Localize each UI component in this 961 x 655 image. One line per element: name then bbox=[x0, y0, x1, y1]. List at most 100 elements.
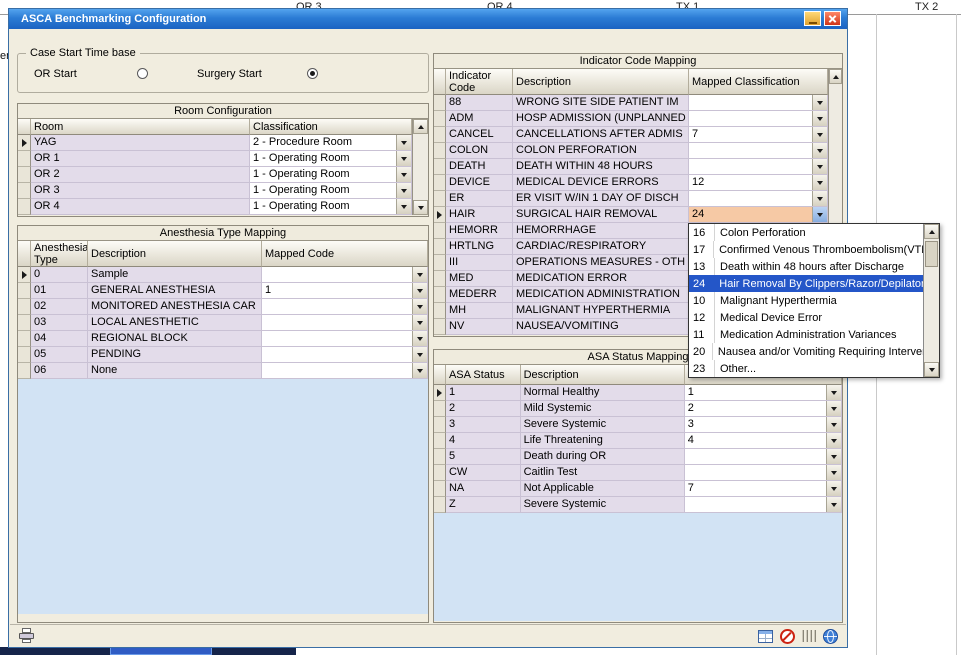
mapped-code-combo[interactable]: 1 bbox=[262, 283, 428, 299]
row-selector[interactable] bbox=[434, 159, 446, 175]
table-row[interactable]: 5 Death during OR bbox=[434, 449, 842, 465]
dropdown-arrow-icon[interactable] bbox=[826, 417, 841, 432]
row-selector[interactable] bbox=[434, 385, 446, 401]
dropdown-arrow-icon[interactable] bbox=[412, 283, 427, 298]
table-row[interactable]: DEVICE MEDICAL DEVICE ERRORS 12 bbox=[434, 175, 828, 191]
dropdown-arrow-icon[interactable] bbox=[396, 183, 411, 198]
dropdown-arrow-icon[interactable] bbox=[812, 207, 827, 222]
description-cell[interactable]: DEATH WITHIN 48 HOURS bbox=[513, 159, 689, 175]
room-cell[interactable]: YAG bbox=[31, 135, 250, 151]
row-selector[interactable] bbox=[18, 267, 31, 283]
dropdown-arrow-icon[interactable] bbox=[812, 175, 827, 190]
dropdown-item[interactable]: 23Other... bbox=[689, 360, 923, 377]
description-cell[interactable]: REGIONAL BLOCK bbox=[88, 331, 262, 347]
anesthesia-type-cell[interactable]: 04 bbox=[31, 331, 88, 347]
scrollbar-thumb[interactable] bbox=[925, 241, 938, 267]
table-row[interactable]: ER ER VISIT W/IN 1 DAY OF DISCH bbox=[434, 191, 828, 207]
indicator-code-cell[interactable]: MED bbox=[446, 271, 513, 287]
dropdown-item-selected[interactable]: 24Hair Removal By Clippers/Razor/Depilat… bbox=[689, 275, 923, 292]
dropdown-arrow-icon[interactable] bbox=[396, 199, 411, 214]
table-row[interactable]: 06 None bbox=[18, 363, 428, 379]
description-cell[interactable]: MALIGNANT HYPERTHERMIA bbox=[513, 303, 689, 319]
mapped-combo[interactable] bbox=[685, 465, 842, 481]
row-selector[interactable] bbox=[18, 315, 31, 331]
table-row[interactable]: 01 GENERAL ANESTHESIA 1 bbox=[18, 283, 428, 299]
asa-status-cell[interactable]: 2 bbox=[446, 401, 521, 417]
description-cell[interactable]: Death during OR bbox=[521, 449, 685, 465]
anesthesia-type-cell[interactable]: 02 bbox=[31, 299, 88, 315]
indicator-code-cell[interactable]: ADM bbox=[446, 111, 513, 127]
room-cell[interactable]: OR 4 bbox=[31, 199, 250, 215]
description-cell[interactable]: Severe Systemic bbox=[521, 497, 685, 513]
dropdown-item[interactable]: 20Nausea and/or Vomiting Requiring Inter… bbox=[689, 343, 923, 360]
dropdown-arrow-icon[interactable] bbox=[396, 167, 411, 182]
mapped-code-combo[interactable] bbox=[262, 347, 428, 363]
table-row[interactable]: DEATH DEATH WITHIN 48 HOURS bbox=[434, 159, 828, 175]
anesthesia-type-cell[interactable]: 01 bbox=[31, 283, 88, 299]
row-selector[interactable] bbox=[18, 283, 31, 299]
row-selector[interactable] bbox=[434, 127, 446, 143]
table-row[interactable]: CANCEL CANCELLATIONS AFTER ADMIS 7 bbox=[434, 127, 828, 143]
titlebar[interactable]: ASCA Benchmarking Configuration bbox=[9, 9, 847, 29]
row-selector[interactable] bbox=[434, 433, 446, 449]
anesthesia-type-cell[interactable]: 0 bbox=[31, 267, 88, 283]
dropdown-item[interactable]: 16Colon Perforation bbox=[689, 224, 923, 241]
anesthesia-type-cell[interactable]: 05 bbox=[31, 347, 88, 363]
description-cell[interactable]: OPERATIONS MEASURES - OTH bbox=[513, 255, 689, 271]
table-row[interactable]: 2 Mild Systemic 2 bbox=[434, 401, 842, 417]
mapped-code-combo[interactable] bbox=[262, 299, 428, 315]
row-selector[interactable] bbox=[18, 363, 31, 379]
dropdown-arrow-icon[interactable] bbox=[412, 347, 427, 362]
table-row[interactable]: 4 Life Threatening 4 bbox=[434, 433, 842, 449]
scroll-up-icon[interactable] bbox=[413, 119, 428, 134]
mapped-classification-combo-active[interactable]: 24 bbox=[689, 207, 828, 223]
table-row[interactable]: COLON COLON PERFORATION bbox=[434, 143, 828, 159]
row-selector[interactable] bbox=[434, 449, 446, 465]
asa-status-cell[interactable]: Z bbox=[446, 497, 521, 513]
dropdown-arrow-icon[interactable] bbox=[826, 449, 841, 464]
mapped-code-combo[interactable] bbox=[262, 267, 428, 283]
row-selector[interactable] bbox=[18, 167, 31, 183]
row-selector[interactable] bbox=[434, 111, 446, 127]
classification-combo[interactable]: 1 - Operating Room bbox=[250, 151, 412, 167]
table-row[interactable]: 0 Sample bbox=[18, 267, 428, 283]
row-selector[interactable] bbox=[434, 401, 446, 417]
table-row[interactable]: YAG 2 - Procedure Room bbox=[18, 135, 412, 151]
dropdown-scrollbar[interactable] bbox=[923, 224, 939, 377]
table-row[interactable]: NA Not Applicable 7 bbox=[434, 481, 842, 497]
row-selector[interactable] bbox=[18, 151, 31, 167]
asa-status-cell[interactable]: CW bbox=[446, 465, 521, 481]
indicator-code-cell[interactable]: HRTLNG bbox=[446, 239, 513, 255]
mapped-classification-combo[interactable] bbox=[689, 191, 828, 207]
cancel-icon[interactable] bbox=[780, 629, 795, 644]
classification-combo[interactable]: 1 - Operating Room bbox=[250, 199, 412, 215]
mapped-combo[interactable] bbox=[685, 497, 842, 513]
description-cell[interactable]: WRONG SITE SIDE PATIENT IM bbox=[513, 95, 689, 111]
row-selector[interactable] bbox=[434, 303, 446, 319]
classification-combo[interactable]: 1 - Operating Room bbox=[250, 167, 412, 183]
dropdown-arrow-icon[interactable] bbox=[812, 127, 827, 142]
description-cell[interactable]: GENERAL ANESTHESIA bbox=[88, 283, 262, 299]
mapped-combo[interactable]: 3 bbox=[685, 417, 842, 433]
row-selector[interactable] bbox=[434, 95, 446, 111]
table-row-current[interactable]: HAIR SURGICAL HAIR REMOVAL 24 bbox=[434, 207, 828, 223]
description-cell[interactable]: Mild Systemic bbox=[521, 401, 685, 417]
description-cell[interactable]: CANCELLATIONS AFTER ADMIS bbox=[513, 127, 689, 143]
dropdown-arrow-icon[interactable] bbox=[812, 95, 827, 110]
row-selector[interactable] bbox=[434, 287, 446, 303]
mapped-code-combo[interactable] bbox=[262, 331, 428, 347]
scroll-down-icon[interactable] bbox=[924, 362, 939, 377]
indicator-code-cell[interactable]: DEATH bbox=[446, 159, 513, 175]
description-cell[interactable]: Caitlin Test bbox=[521, 465, 685, 481]
description-cell[interactable]: None bbox=[88, 363, 262, 379]
dropdown-arrow-icon[interactable] bbox=[826, 433, 841, 448]
mapped-combo[interactable]: 4 bbox=[685, 433, 842, 449]
dropdown-arrow-icon[interactable] bbox=[812, 111, 827, 126]
dropdown-item[interactable]: 17Confirmed Venous Thromboembolism(VTE) bbox=[689, 241, 923, 258]
row-selector[interactable] bbox=[18, 135, 31, 151]
room-cell[interactable]: OR 3 bbox=[31, 183, 250, 199]
dropdown-arrow-icon[interactable] bbox=[826, 385, 841, 400]
close-button[interactable] bbox=[824, 11, 841, 26]
row-selector[interactable] bbox=[434, 191, 446, 207]
row-selector[interactable] bbox=[434, 239, 446, 255]
